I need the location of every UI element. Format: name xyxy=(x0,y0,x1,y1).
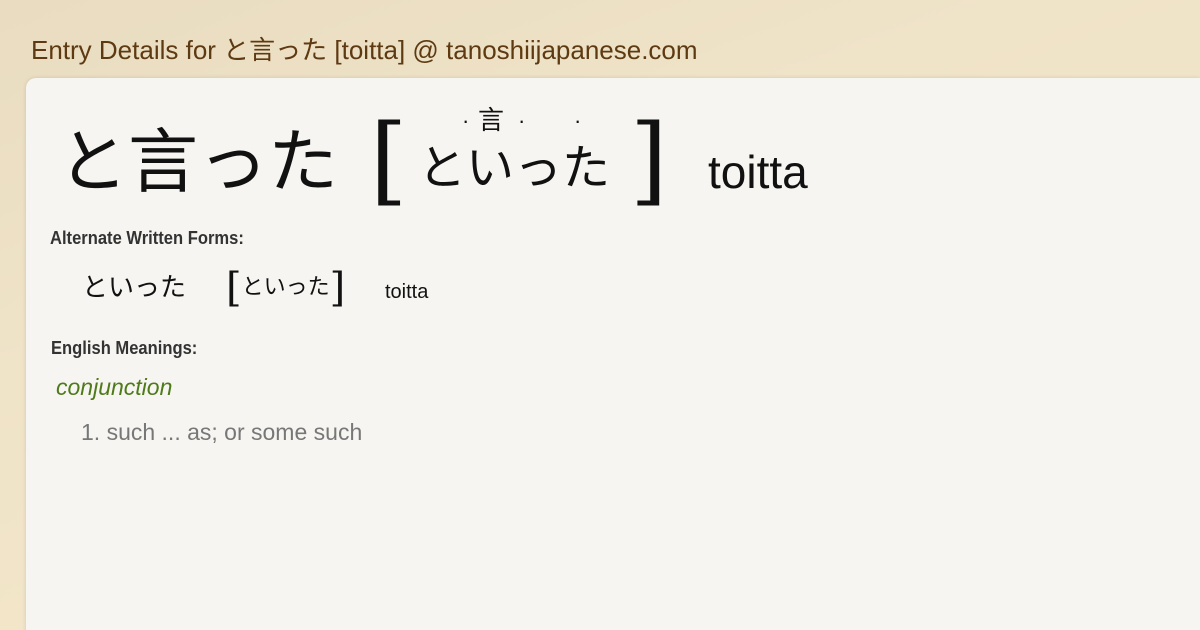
page-title: Entry Details for と言った [toitta] @ tanosh… xyxy=(31,35,698,65)
part-of-speech: conjunction xyxy=(56,374,173,400)
alt-bracket-open: [ xyxy=(226,265,242,311)
reading-bracket-close: ] xyxy=(630,104,668,216)
pitch-dot: · xyxy=(518,108,526,133)
reading-bracket-open: [ xyxy=(370,104,408,216)
pitch-dot: · xyxy=(574,108,582,133)
headword-reading: といった xyxy=(418,140,611,196)
english-meanings-label: English Meanings: xyxy=(51,338,198,358)
alternate-forms-label: Alternate Written Forms: xyxy=(50,228,244,248)
kanji-ruby-text: 言 xyxy=(478,106,505,136)
alternate-form: といった xyxy=(82,273,187,303)
kanji-ruby: 言 xyxy=(462,106,504,136)
alternate-form-reading: [といった] xyxy=(226,266,345,310)
alt-bracket-close: ] xyxy=(329,265,346,311)
alt-reading-text: といった xyxy=(241,275,330,300)
alternate-form-romaji: toitta xyxy=(385,281,429,303)
headword: と言った xyxy=(58,121,338,203)
meaning-item: 1. such ... as; or some such xyxy=(81,419,363,445)
headword-romaji: toitta xyxy=(708,146,808,198)
